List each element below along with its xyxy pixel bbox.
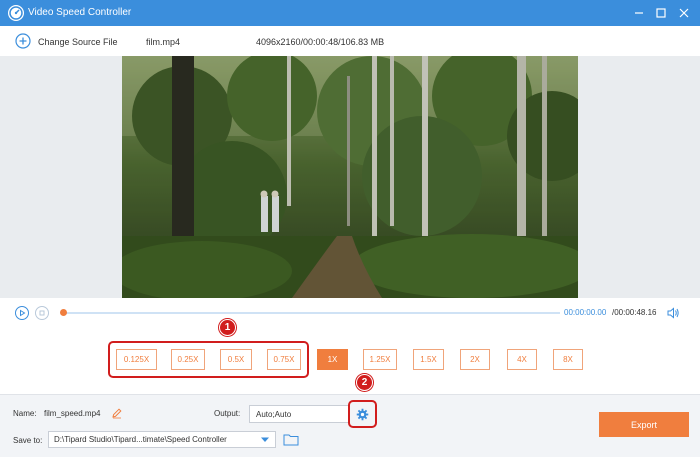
folder-icon[interactable]: [283, 432, 299, 447]
speed-1x-button[interactable]: 1X: [317, 349, 348, 370]
save-to-label: Save to:: [13, 436, 43, 445]
preview-area: [0, 56, 700, 298]
maximize-icon[interactable]: [652, 4, 670, 22]
video-preview: [122, 56, 578, 298]
close-icon[interactable]: [675, 4, 693, 22]
output-format-field[interactable]: Auto;Auto: [249, 405, 350, 423]
speed-0.25x-button[interactable]: 0.25X: [171, 349, 205, 370]
app-logo-icon: [8, 5, 24, 21]
speed-1.25x-button[interactable]: 1.25X: [363, 349, 397, 370]
file-name: film.mp4: [146, 37, 181, 47]
stop-icon[interactable]: [35, 306, 49, 320]
minimize-icon[interactable]: [630, 4, 648, 22]
output-panel: Name: film_speed.mp4 Output: Auto;Auto S…: [0, 394, 700, 457]
add-icon[interactable]: [15, 33, 31, 49]
output-file-name: film_speed.mp4: [44, 409, 101, 418]
speed-4x-button[interactable]: 4X: [507, 349, 537, 370]
current-time: 00:00:00.00: [564, 308, 607, 317]
annotation-badge-1: 1: [219, 319, 236, 336]
gear-icon[interactable]: [353, 405, 371, 423]
speed-1.5x-button[interactable]: 1.5X: [413, 349, 444, 370]
save-path-field[interactable]: D:\Tipard Studio\Tipard...timate\Speed C…: [48, 431, 276, 448]
title-bar: Video Speed Controller: [0, 0, 700, 26]
playback-controls: 00:00:00.00 /00:00:48.16: [0, 298, 700, 332]
speed-8x-button[interactable]: 8X: [553, 349, 583, 370]
progress-handle[interactable]: [60, 309, 67, 316]
annotation-badge-2: 2: [356, 374, 373, 391]
name-label: Name:: [13, 409, 37, 418]
edit-icon[interactable]: [111, 407, 123, 419]
source-toolbar: Change Source File film.mp4 4096x2160/00…: [0, 26, 700, 56]
window-title: Video Speed Controller: [28, 7, 132, 18]
change-source-button[interactable]: Change Source File: [38, 37, 118, 47]
export-button[interactable]: Export: [599, 412, 689, 437]
volume-icon[interactable]: [666, 306, 680, 320]
speed-0.125x-button[interactable]: 0.125X: [116, 349, 157, 370]
speed-2x-button[interactable]: 2X: [460, 349, 490, 370]
progress-track[interactable]: [64, 312, 560, 314]
play-icon[interactable]: [15, 306, 29, 320]
speed-0.5x-button[interactable]: 0.5X: [220, 349, 252, 370]
chevron-down-icon[interactable]: [256, 432, 274, 447]
total-time: /00:00:48.16: [612, 308, 657, 317]
speed-options-bar: 0.125X 0.25X 0.5X 0.75X 1X 1.25X 1.5X 2X…: [0, 319, 700, 394]
file-info: 4096x2160/00:00:48/106.83 MB: [256, 37, 385, 47]
output-label: Output:: [214, 409, 241, 418]
speed-0.75x-button[interactable]: 0.75X: [267, 349, 301, 370]
